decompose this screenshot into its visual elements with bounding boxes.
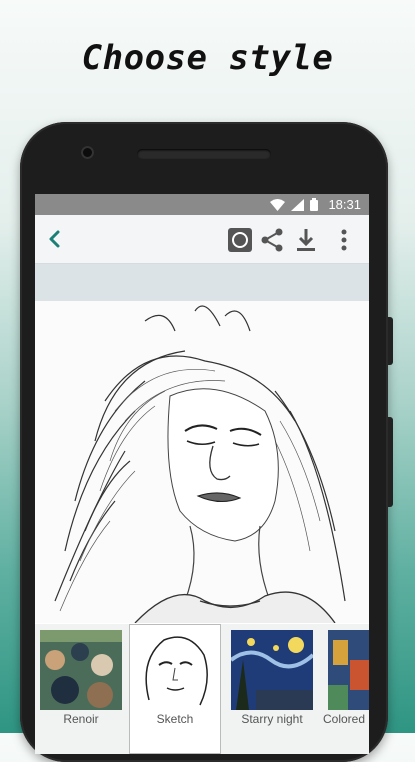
style-label-starry-night: Starry night bbox=[241, 712, 303, 726]
status-time: 18:31 bbox=[328, 197, 361, 212]
signal-icon bbox=[291, 198, 305, 211]
style-label-colored: Colored bbox=[323, 712, 366, 726]
style-label-sketch: Sketch bbox=[156, 712, 194, 726]
starry-night-thumbnail bbox=[231, 630, 313, 710]
colored-thumbnail bbox=[328, 630, 369, 710]
style-picker: Renoir Sketch Starry night Colored bbox=[35, 624, 369, 754]
phone-frame: 18:31 Renoir Sketch Starry night Colored bbox=[20, 122, 393, 762]
status-bar: 18:31 bbox=[35, 194, 369, 215]
power-button bbox=[388, 317, 393, 365]
download-icon[interactable] bbox=[293, 227, 319, 253]
app-screen: 18:31 Renoir Sketch Starry night Colored bbox=[35, 194, 369, 754]
battery-icon bbox=[310, 198, 319, 211]
share-icon[interactable] bbox=[259, 227, 285, 253]
earpiece-speaker bbox=[137, 149, 271, 159]
sketch-portrait-image bbox=[35, 301, 369, 624]
camera-icon[interactable] bbox=[227, 227, 253, 253]
style-label-renoir: Renoir bbox=[63, 712, 99, 726]
app-bar bbox=[35, 215, 369, 264]
wifi-icon bbox=[270, 198, 286, 211]
renoir-thumbnail bbox=[40, 630, 122, 710]
chevron-left-icon[interactable] bbox=[43, 227, 67, 251]
stylized-photo bbox=[35, 301, 369, 624]
volume-button bbox=[388, 417, 393, 507]
sketch-thumbnail bbox=[134, 630, 216, 710]
ad-banner bbox=[35, 264, 369, 301]
more-vert-icon[interactable] bbox=[331, 227, 357, 253]
headline: Choose style bbox=[81, 38, 334, 78]
front-camera bbox=[81, 146, 94, 159]
